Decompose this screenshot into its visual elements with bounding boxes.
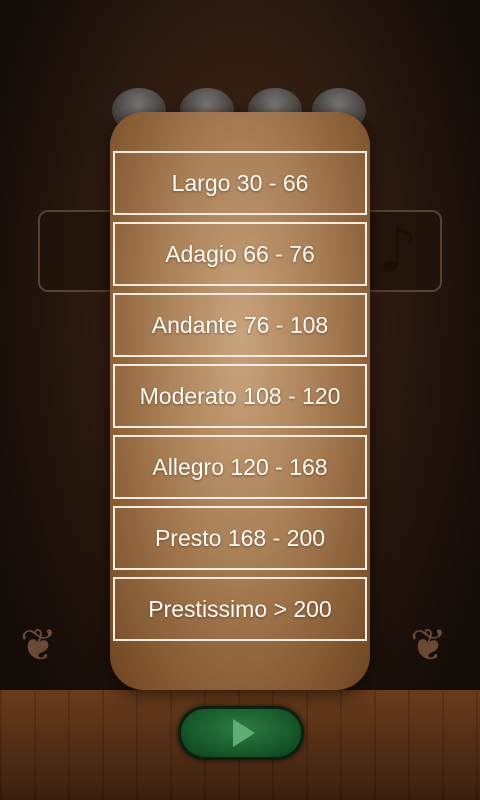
tempo-option-adagio[interactable]: Adagio 66 - 76 [113,222,367,286]
ornament-left-icon: ❦ [20,620,57,671]
music-note-icon: ♪ [378,212,418,285]
tempo-option-prestissimo[interactable]: Prestissimo > 200 [113,577,367,641]
play-icon [233,719,255,747]
tempo-option-moderato[interactable]: Moderato 108 - 120 [113,364,367,428]
tempo-options-list: Largo 30 - 66 Adagio 66 - 76 Andante 76 … [113,151,367,648]
tempo-option-allegro[interactable]: Allegro 120 - 168 [113,435,367,499]
tempo-option-presto[interactable]: Presto 168 - 200 [113,506,367,570]
tempo-option-largo[interactable]: Largo 30 - 66 [113,151,367,215]
ornament-right-icon: ❦ [410,620,447,671]
play-button[interactable] [178,706,304,760]
tempo-option-andante[interactable]: Andante 76 - 108 [113,293,367,357]
